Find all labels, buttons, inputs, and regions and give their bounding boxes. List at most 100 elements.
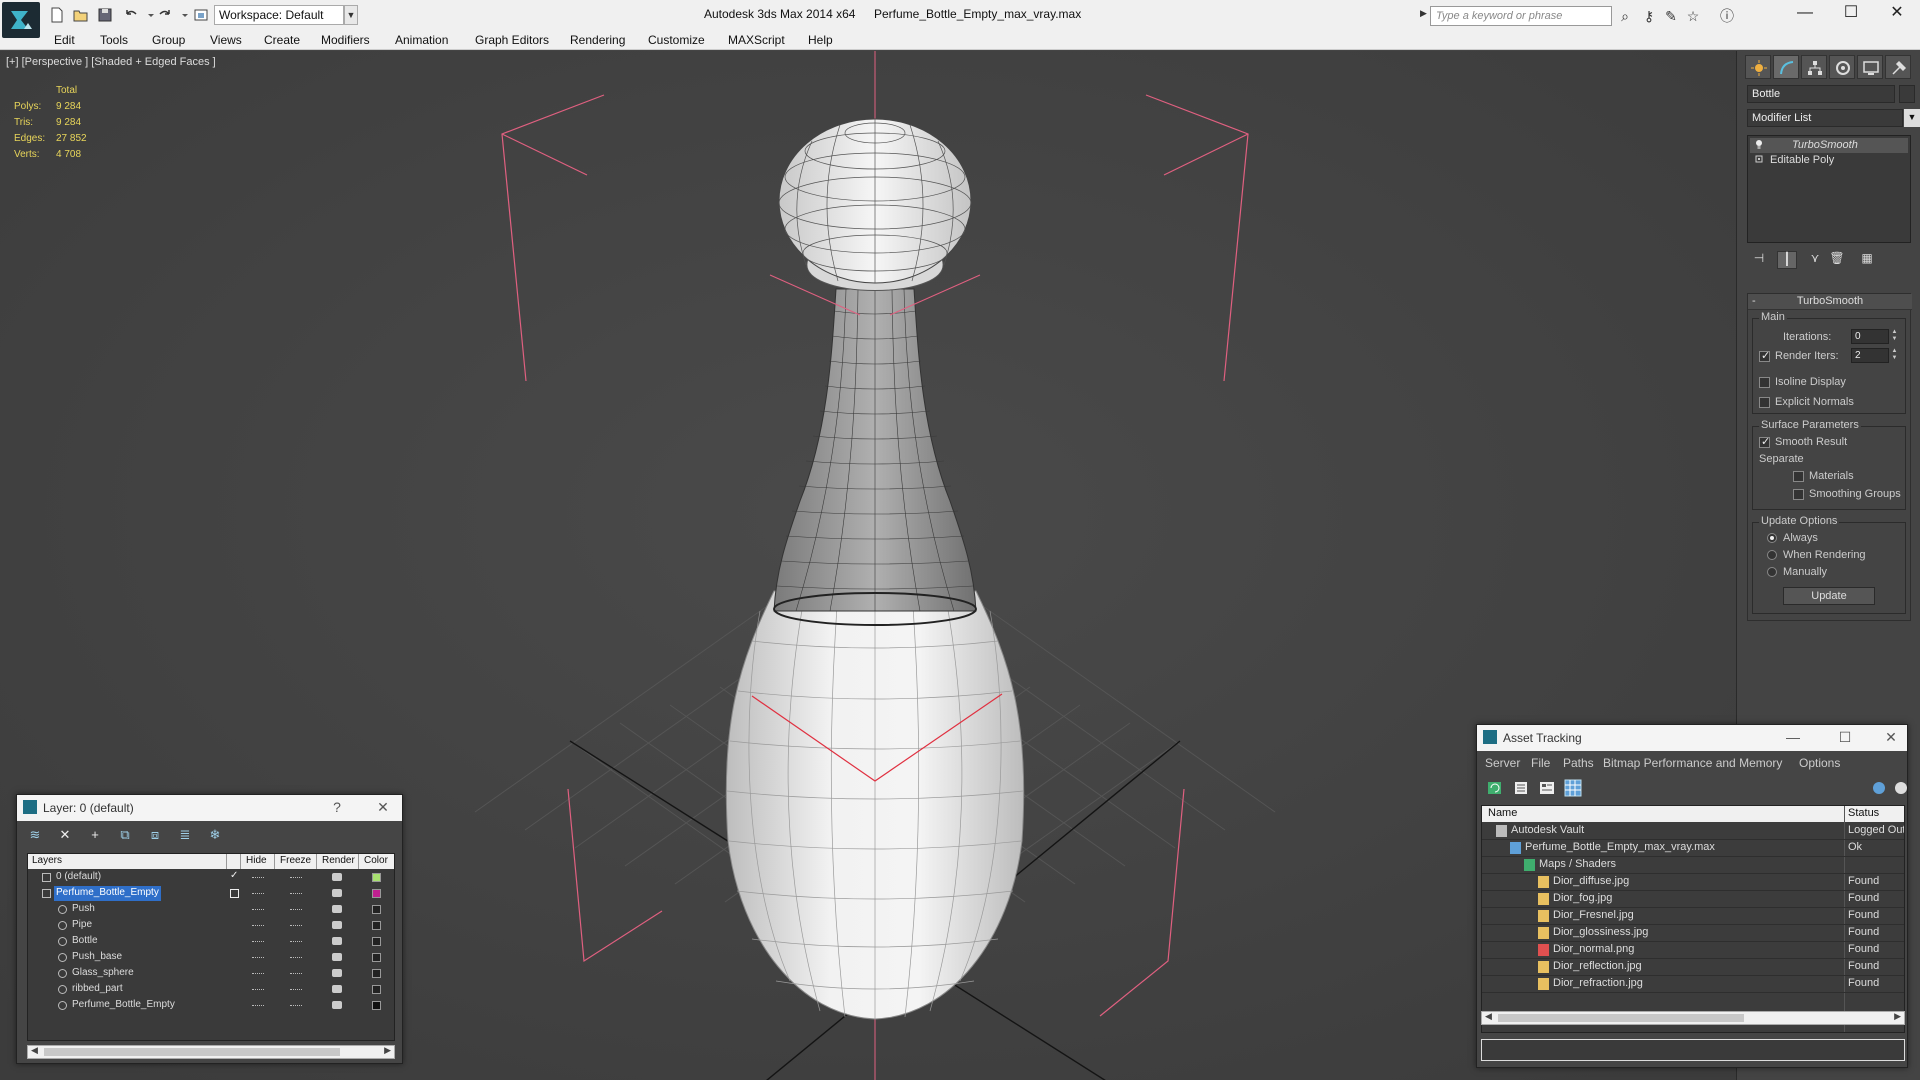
save-file-icon[interactable] (96, 6, 114, 24)
render-teapot-icon[interactable] (332, 985, 342, 993)
layer-name[interactable]: Pipe (70, 918, 94, 933)
vault-login-icon[interactable] (1869, 779, 1889, 797)
freeze-toggle[interactable] (290, 877, 302, 878)
search-input[interactable]: Type a keyword or phrase (1430, 6, 1612, 26)
rollout-header[interactable]: - TurboSmooth (1748, 294, 1912, 310)
column-header-render[interactable]: Render (322, 855, 355, 866)
collapse-icon[interactable]: - (1752, 294, 1756, 309)
favorites-star-icon[interactable]: ☆ (1684, 7, 1702, 25)
render-iters-spinner[interactable]: 2 (1851, 348, 1889, 363)
layer-name[interactable]: Push (70, 902, 97, 917)
freeze-toggle[interactable] (290, 973, 302, 974)
freeze-toggle[interactable] (290, 941, 302, 942)
pin-stack-icon[interactable]: ⊣ (1749, 251, 1769, 269)
configure-sets-icon[interactable]: ▦ (1857, 251, 1877, 269)
layer-name[interactable]: Perfume_Bottle_Empty (54, 886, 161, 901)
freeze-toggle[interactable] (290, 893, 302, 894)
hide-toggle[interactable] (252, 909, 264, 910)
update-button[interactable]: Update (1783, 587, 1875, 605)
workspace-dropdown[interactable]: Workspace: Default (214, 5, 344, 25)
spinner-arrows-icon[interactable]: ▲ ▼ (1890, 329, 1899, 344)
menu-edit[interactable]: Edit (54, 33, 75, 47)
layer-row[interactable]: Perfume_Bottle_Empty (28, 886, 394, 902)
menu-bitmap-performance[interactable]: Bitmap Performance and Memory (1603, 756, 1782, 770)
menu-file[interactable]: File (1531, 756, 1550, 770)
update-always-radio[interactable] (1767, 533, 1777, 543)
help-button[interactable]: ? (327, 799, 347, 817)
chevron-down-icon[interactable]: ▼ (344, 5, 358, 25)
menu-paths[interactable]: Paths (1563, 756, 1594, 770)
scroll-right-icon[interactable]: ▶ (384, 1045, 391, 1056)
menu-rendering[interactable]: Rendering (570, 33, 625, 47)
layer-row[interactable]: Pipe (28, 918, 394, 934)
smooth-result-checkbox[interactable] (1759, 435, 1770, 448)
render-teapot-icon[interactable] (332, 873, 342, 881)
freeze-toggle[interactable] (290, 909, 302, 910)
layer-name[interactable]: Bottle (70, 934, 100, 949)
stack-item-editable-poly[interactable]: Editable Poly (1750, 153, 1908, 168)
layer-name[interactable]: Push_base (70, 950, 124, 965)
tab-hierarchy[interactable] (1801, 55, 1827, 79)
layer-color-swatch[interactable] (372, 953, 381, 962)
add-to-layer-icon[interactable]: + (85, 827, 105, 845)
layer-name[interactable]: ribbed_part (70, 982, 125, 997)
hide-toggle[interactable] (252, 973, 264, 974)
layer-name[interactable]: Glass_sphere (70, 966, 136, 981)
search-expand-icon[interactable]: ▶ (1420, 8, 1427, 19)
asset-row[interactable]: Dior_Fresnel.jpg Found (1482, 908, 1904, 925)
menu-group[interactable]: Group (152, 33, 185, 47)
layer-name[interactable]: 0 (default) (54, 870, 103, 885)
isoline-display-checkbox[interactable] (1759, 377, 1770, 388)
layer-row[interactable]: Push (28, 902, 394, 918)
layer-color-swatch[interactable] (372, 937, 381, 946)
minimize-button[interactable]: — (1782, 0, 1828, 28)
object-name-field[interactable]: Bottle (1747, 85, 1895, 103)
maximize-button[interactable]: ☐ (1835, 729, 1855, 747)
render-teapot-icon[interactable] (332, 969, 342, 977)
column-header-layers[interactable]: Layers (32, 855, 62, 866)
render-teapot-icon[interactable] (332, 921, 342, 929)
highlight-layer-icon[interactable]: ⧈ (145, 827, 165, 845)
refresh-icon[interactable] (1485, 779, 1505, 797)
layer-row[interactable]: Push_base (28, 950, 394, 966)
hide-toggle[interactable] (252, 893, 264, 894)
layer-row[interactable]: 0 (default) ✓ (28, 870, 394, 886)
column-header-color[interactable]: Color (364, 855, 388, 866)
scroll-left-icon[interactable]: ◀ (1485, 1011, 1492, 1022)
freeze-toggle[interactable] (290, 957, 302, 958)
column-header-freeze[interactable]: Freeze (280, 855, 311, 866)
minimize-button[interactable]: — (1783, 729, 1803, 747)
window-title-bar[interactable]: Layer: 0 (default) ? ✕ (17, 795, 402, 821)
layer-color-swatch[interactable] (372, 873, 381, 882)
menu-help[interactable]: Help (808, 33, 833, 47)
chevron-down-icon[interactable]: ▼ (1904, 109, 1920, 127)
render-teapot-icon[interactable] (332, 953, 342, 961)
new-scene-icon[interactable] (48, 6, 66, 24)
render-iters-checkbox[interactable] (1759, 349, 1770, 362)
asset-row[interactable]: Dior_refraction.jpg Found (1482, 976, 1904, 993)
layer-row[interactable]: Bottle (28, 934, 394, 950)
tab-create[interactable] (1745, 55, 1771, 79)
render-teapot-icon[interactable] (332, 937, 342, 945)
expand-box-icon[interactable] (1755, 154, 1763, 166)
close-button[interactable]: ✕ (1874, 0, 1920, 28)
render-teapot-icon[interactable] (332, 1001, 342, 1009)
lightbulb-icon[interactable] (1755, 139, 1763, 151)
freeze-toggle[interactable] (290, 925, 302, 926)
stack-item-turbosmooth[interactable]: TurboSmooth (1750, 138, 1908, 153)
show-end-result-icon[interactable]: ┃ (1777, 251, 1797, 269)
asset-row[interactable]: Dior_glossiness.jpg Found (1482, 925, 1904, 942)
make-unique-icon[interactable]: ⋎ (1805, 251, 1825, 269)
viewport-label[interactable]: [+] [Perspective ] [Shaded + Edged Faces… (6, 56, 216, 68)
object-color-swatch[interactable] (1899, 85, 1915, 103)
detail-view-icon[interactable] (1537, 779, 1557, 797)
layer-color-swatch[interactable] (372, 905, 381, 914)
scroll-thumb[interactable] (44, 1048, 340, 1056)
list-view-icon[interactable] (1511, 779, 1531, 797)
close-button[interactable]: ✕ (1881, 729, 1901, 747)
horizontal-scrollbar[interactable]: ◀ ▶ (27, 1045, 395, 1059)
column-header-status[interactable]: Status (1848, 807, 1879, 819)
open-file-icon[interactable] (72, 6, 90, 24)
window-title-bar[interactable]: Asset Tracking — ☐ ✕ (1477, 725, 1907, 751)
asset-row[interactable]: Dior_normal.png Found (1482, 942, 1904, 959)
